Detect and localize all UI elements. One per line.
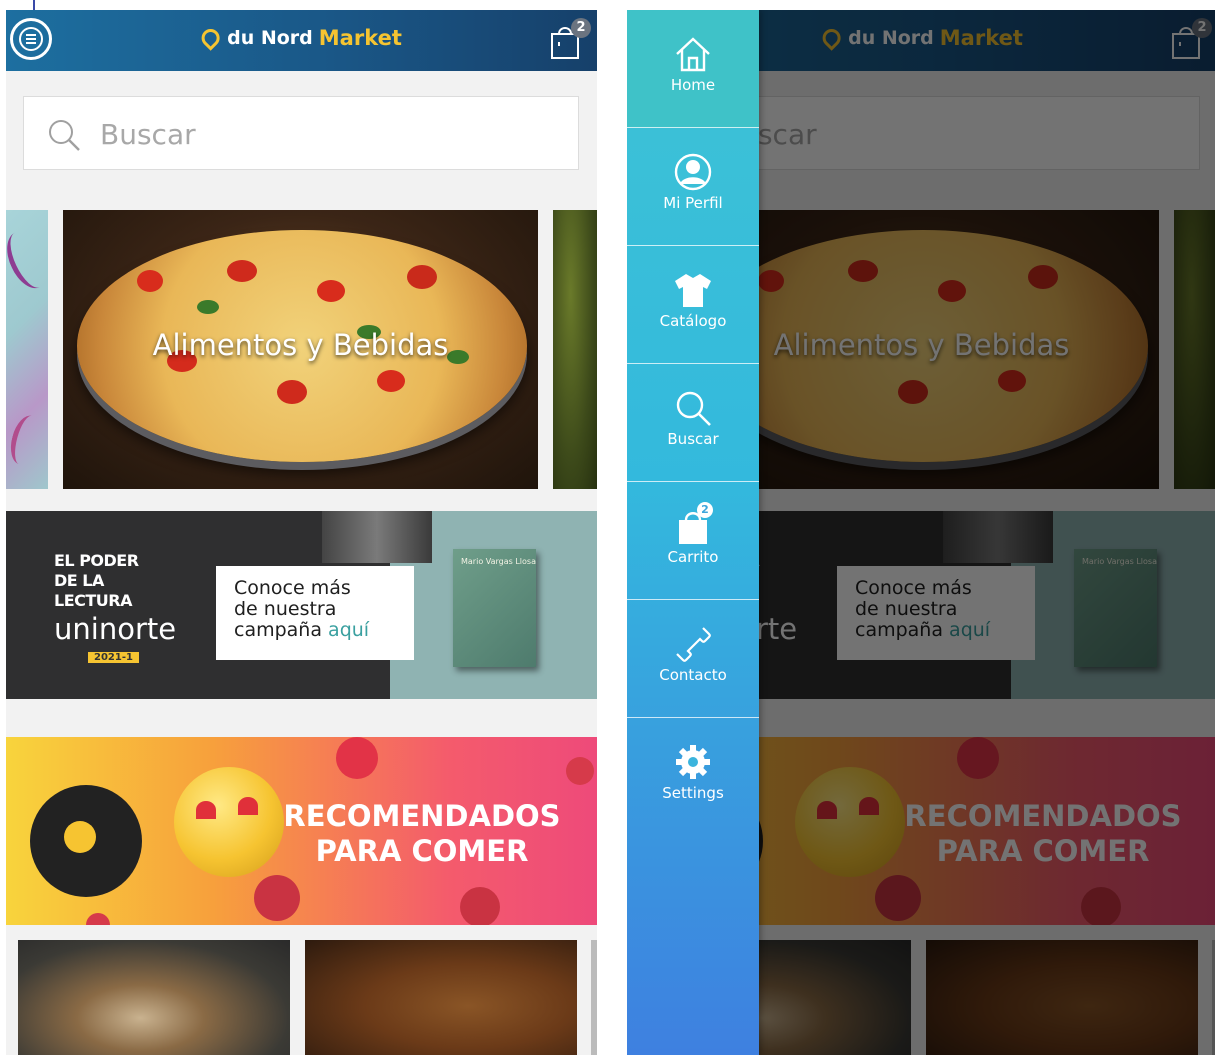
phone-icon: [676, 627, 711, 662]
rec-line: PARA COMER: [315, 834, 529, 868]
home-screen-menu-open: du Nord Market 2 Alimentos y B: [627, 10, 1215, 1055]
sidebar-item-profile[interactable]: Mi Perfil: [627, 128, 759, 246]
cart-count-badge: 2: [571, 18, 591, 38]
category-card-next[interactable]: [553, 210, 597, 489]
product-thumb[interactable]: [18, 940, 290, 1055]
search-icon: [676, 391, 711, 426]
sidebar-item-label: Contacto: [659, 666, 727, 684]
uninorte-brand: uninorte: [54, 612, 177, 646]
year-tag: 2021-1: [88, 652, 139, 663]
cart-button[interactable]: 2: [549, 18, 591, 60]
lectura-line: DE LA: [54, 571, 104, 590]
side-drawer: Home Mi Perfil Catálogo Buscar 2 Carrito…: [627, 10, 759, 1055]
sidebar-item-label: Home: [670, 76, 716, 94]
campaign-cta[interactable]: Conoce más de nuestra campaña aquí: [216, 566, 414, 660]
banner-recomendados[interactable]: RECOMENDADOS PARA COMER: [6, 737, 597, 925]
cta-link[interactable]: aquí: [328, 619, 369, 641]
app-logo: du Nord Market: [197, 25, 402, 51]
tshirt-icon: [675, 274, 711, 307]
cta-line: campaña: [234, 619, 322, 641]
sidebar-item-label: Mi Perfil: [663, 194, 723, 212]
hamburger-bar: [26, 34, 36, 36]
user-icon: [674, 153, 712, 191]
search-bar[interactable]: [23, 96, 579, 170]
hamburger-bar: [26, 42, 36, 44]
product-thumb[interactable]: [591, 940, 597, 1055]
menu-button[interactable]: [10, 18, 52, 60]
book-author: Mario Vargas Llosa: [461, 557, 536, 566]
sidebar-item-search[interactable]: Buscar: [627, 364, 759, 482]
category-card-food[interactable]: Alimentos y Bebidas: [63, 210, 538, 489]
cart-count-badge: 2: [697, 502, 713, 518]
tap-indicator: [33, 0, 35, 10]
lectura-line: LECTURA: [54, 591, 132, 610]
location-pin-icon: [197, 25, 223, 51]
author-portrait: [322, 511, 432, 563]
hamburger-bar: [26, 38, 36, 40]
rec-line: RECOMENDADOS: [283, 799, 561, 833]
cta-line: Conoce más: [234, 577, 351, 599]
sidebar-item-label: Buscar: [667, 430, 719, 448]
home-screen: du Nord Market 2 Buscar Alimentos y Bebi…: [6, 10, 597, 1055]
sidebar-item-label: Carrito: [667, 548, 719, 566]
lectura-line: EL PODER: [54, 551, 139, 570]
app-header: du Nord Market 2: [6, 10, 597, 71]
logo-market: Market: [318, 26, 402, 50]
lectura-logo: EL PODER DE LA LECTURA uninorte 2021-1: [54, 551, 194, 664]
sidebar-item-settings[interactable]: Settings: [627, 718, 759, 836]
category-title: Alimentos y Bebidas: [152, 328, 449, 362]
logo-du-nord: du Nord: [227, 27, 313, 49]
hamburger-icon: [19, 27, 43, 51]
heart-eyes-emoji: [174, 767, 284, 877]
sidebar-item-catalog[interactable]: Catálogo: [627, 246, 759, 364]
cta-line: de nuestra: [234, 598, 337, 620]
search-input[interactable]: [98, 114, 542, 154]
product-thumbnails: [6, 940, 597, 1055]
sidebar-item-label: Catálogo: [659, 312, 727, 330]
category-card-prev[interactable]: [6, 210, 57, 489]
home-icon: [676, 37, 710, 72]
product-thumb[interactable]: [305, 940, 577, 1055]
sidebar-item-contact[interactable]: Contacto: [627, 600, 759, 718]
recomendados-title: RECOMENDADOS PARA COMER: [272, 799, 572, 869]
sidebar-item-label: Settings: [662, 784, 724, 802]
search-icon: [49, 120, 80, 151]
decorative-swirl: [6, 412, 46, 468]
location-pin-icon: [64, 821, 96, 853]
decorative-swirl: [6, 225, 57, 295]
gear-icon: [676, 745, 710, 779]
sidebar-item-home[interactable]: Home: [627, 10, 759, 128]
banner-lectura[interactable]: EL PODER DE LA LECTURA uninorte 2021-1 C…: [6, 511, 597, 699]
book-cover: Mario Vargas Llosa: [453, 549, 536, 667]
sidebar-item-cart[interactable]: 2 Carrito: [627, 482, 759, 600]
